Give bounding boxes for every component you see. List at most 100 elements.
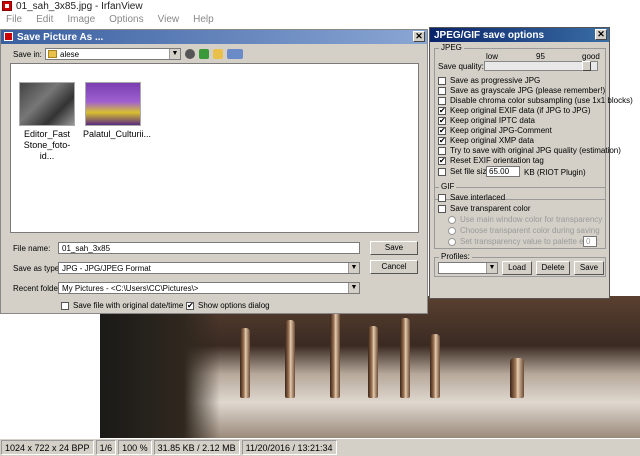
main-window-title-bar: 01_sah_3x85.jpg - IrfanView xyxy=(0,0,640,12)
menu-view[interactable]: View xyxy=(158,14,180,25)
file-list[interactable]: Editor_Fast Stone_foto-id... Palatul_Cul… xyxy=(10,63,419,233)
show-options-checkbox[interactable]: ✔ Show options dialog xyxy=(186,301,270,310)
irfanview-icon xyxy=(2,1,12,11)
menu-image[interactable]: Image xyxy=(67,14,95,25)
quality-label: Save quality: xyxy=(438,62,484,71)
palette-entry-field[interactable]: 0 xyxy=(583,236,597,247)
gif-radio-main-color[interactable]: Use main window color for transparency xyxy=(448,215,602,224)
close-icon[interactable]: ✕ xyxy=(413,31,425,42)
jpeg-option-checkbox[interactable]: Save as grayscale JPG (please remember!) xyxy=(438,86,605,95)
cancel-button[interactable]: Cancel xyxy=(370,260,418,274)
save-dialog-title: Save Picture As ... xyxy=(17,31,104,43)
jpeg-option-checkbox[interactable]: ✔ Keep original JPG-Comment xyxy=(438,126,552,135)
file-item[interactable]: Palatul_Culturii... xyxy=(83,82,152,140)
checkbox-box[interactable] xyxy=(438,96,446,105)
keep-date-checkbox[interactable]: Save file with original date/time xyxy=(61,301,183,310)
file-thumbnail xyxy=(19,82,75,126)
save-button[interactable]: Save xyxy=(370,241,418,255)
slider-handle[interactable] xyxy=(582,61,591,71)
checkbox-box[interactable] xyxy=(61,301,69,310)
file-size-field[interactable]: 65.00 xyxy=(486,166,520,177)
checkbox-box[interactable] xyxy=(438,86,446,95)
gif-radio-choose-color[interactable]: Choose transparent color during saving xyxy=(448,226,600,235)
folder-icon xyxy=(48,50,57,58)
chevron-down-icon[interactable]: ▼ xyxy=(348,263,359,273)
save-jpeg-button[interactable]: Save xyxy=(574,261,604,275)
checkbox-box[interactable]: ✔ xyxy=(438,126,446,135)
checkbox-box[interactable] xyxy=(438,167,446,176)
checkbox-box[interactable]: ✔ xyxy=(438,136,446,145)
menu-edit[interactable]: Edit xyxy=(36,14,53,25)
save-dialog-title-bar: Save Picture As ... ✕ xyxy=(1,30,427,44)
checkbox-box[interactable] xyxy=(438,146,446,155)
save-in-label: Save in: xyxy=(13,50,42,59)
file-name-label: File name: xyxy=(13,244,51,253)
status-index: 1/6 xyxy=(95,440,117,455)
checkbox-box[interactable]: ✔ xyxy=(438,106,446,115)
jpeg-option-checkbox[interactable]: ✔ Reset EXIF orientation tag xyxy=(438,156,544,165)
jpeg-option-checkbox[interactable]: Save as progressive JPG xyxy=(438,76,540,85)
delete-profile-button[interactable]: Delete xyxy=(536,261,570,275)
menu-options[interactable]: Options xyxy=(109,14,143,25)
status-size: 31.85 KB / 2.12 MB xyxy=(153,440,240,455)
recent-folders-combo[interactable]: My Pictures - <C:\Users\CC\Pictures\> ▼ xyxy=(58,282,360,294)
quality-high-label: good xyxy=(582,52,600,61)
save-as-type-combo[interactable]: JPG - JPG/JPEG Format ▼ xyxy=(58,262,360,274)
file-caption: Editor_Fast Stone_foto-id... xyxy=(23,129,71,161)
quality-slider[interactable] xyxy=(484,61,598,71)
menu-file[interactable]: File xyxy=(6,14,22,25)
irfanview-icon xyxy=(4,32,13,41)
checkbox-box[interactable]: ✔ xyxy=(186,301,194,310)
jpeg-gif-options-dialog: JPEG/GIF save options ✕ JPEG low 95 good… xyxy=(429,27,633,299)
jpeg-dialog-title-bar: JPEG/GIF save options ✕ xyxy=(430,28,609,42)
file-size-unit: KB (RIOT Plugin) xyxy=(524,168,586,177)
jpeg-option-checkbox[interactable]: ✔ Keep original XMP data xyxy=(438,136,534,145)
radio-button[interactable] xyxy=(448,215,456,224)
checkbox-box[interactable] xyxy=(438,193,446,202)
radio-button[interactable] xyxy=(448,237,456,246)
checkbox-box[interactable] xyxy=(438,204,446,213)
gif-transparent-checkbox[interactable]: Save transparent color xyxy=(438,204,531,213)
file-caption: Palatul_Culturii... xyxy=(83,129,152,139)
back-icon[interactable] xyxy=(185,49,195,59)
chevron-down-icon[interactable]: ▼ xyxy=(486,263,497,273)
file-item[interactable]: Editor_Fast Stone_foto-id... xyxy=(17,82,77,162)
close-icon[interactable]: ✕ xyxy=(595,29,607,40)
jpeg-option-checkbox[interactable]: Disable chroma color subsampling (use 1x… xyxy=(438,96,633,105)
profiles-label: Profiles: xyxy=(439,252,472,261)
chevron-down-icon[interactable]: ▼ xyxy=(348,283,359,293)
status-bar: 1024 x 722 x 24 BPP 1/6 100 % 31.85 KB /… xyxy=(0,438,640,456)
view-menu-icon[interactable] xyxy=(227,49,243,59)
save-as-type-label: Save as type: xyxy=(13,264,62,273)
quality-low-label: low xyxy=(486,52,499,61)
save-picture-dialog: Save Picture As ... ✕ Save in: alese ▼ E… xyxy=(0,29,428,314)
jpeg-option-checkbox[interactable]: ✔ Keep original IPTC data xyxy=(438,116,535,125)
radio-button[interactable] xyxy=(448,226,456,235)
gif-interlaced-checkbox[interactable]: Save interlaced xyxy=(438,193,505,202)
file-name-field[interactable]: 01_sah_3x85 xyxy=(58,242,360,254)
status-dimensions: 1024 x 722 x 24 BPP xyxy=(1,440,94,455)
menu-help[interactable]: Help xyxy=(193,14,214,25)
main-window-title: 01_sah_3x85.jpg - IrfanView xyxy=(16,0,143,12)
chevron-down-icon[interactable]: ▼ xyxy=(169,49,180,59)
save-in-combo[interactable]: alese ▼ xyxy=(45,48,181,60)
jpeg-option-checkbox[interactable]: Try to save with original JPG quality (e… xyxy=(438,146,621,155)
status-zoom: 100 % xyxy=(118,440,152,455)
new-folder-icon[interactable] xyxy=(213,49,223,59)
status-datetime: 11/20/2016 / 13:21:34 xyxy=(241,440,337,455)
load-profile-button[interactable]: Load xyxy=(502,261,532,275)
checkbox-box[interactable]: ✔ xyxy=(438,156,446,165)
checkbox-box[interactable]: ✔ xyxy=(438,116,446,125)
file-thumbnail xyxy=(85,82,141,126)
up-folder-icon[interactable] xyxy=(199,49,209,59)
jpeg-option-checkbox[interactable]: ✔ Keep original EXIF data (if JPG to JPG) xyxy=(438,106,591,115)
jpeg-group-label: JPEG xyxy=(439,43,464,52)
jpeg-dialog-title: JPEG/GIF save options xyxy=(434,29,545,41)
quality-value: 95 xyxy=(536,52,545,61)
gif-group-label: GIF xyxy=(439,182,457,191)
set-file-size-checkbox[interactable]: Set file size: xyxy=(438,167,493,176)
menu-bar: File Edit Image Options View Help xyxy=(0,12,640,26)
gif-radio-palette-entry[interactable]: Set transparency value to palette entry: xyxy=(448,237,599,246)
profiles-combo[interactable]: ▼ xyxy=(438,262,498,274)
checkbox-box[interactable] xyxy=(438,76,446,85)
